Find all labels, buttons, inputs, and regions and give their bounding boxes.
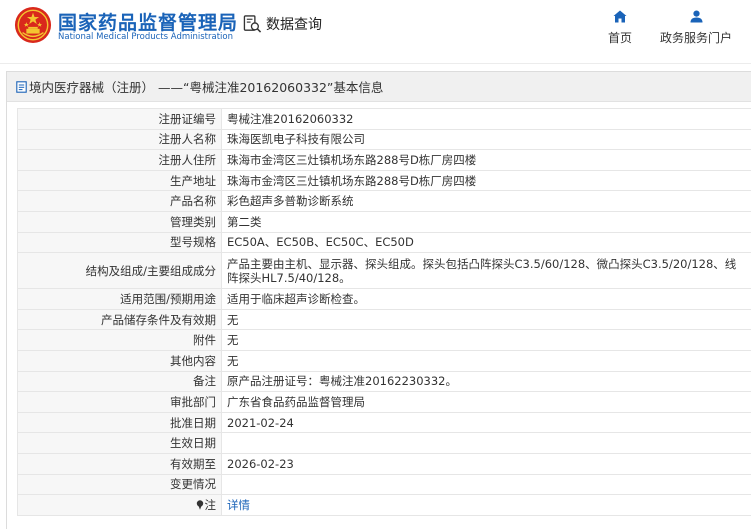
- field-label: 其他内容: [17, 349, 222, 372]
- nav-government-services-label[interactable]: 政务服务门户: [658, 29, 734, 46]
- detail-row: 审批部门 广东省食品药品监督管理局: [17, 391, 751, 413]
- field-value: 珠海市金湾区三灶镇机场东路288号D栋厂房四楼: [221, 169, 751, 192]
- detail-row: 其他内容无: [17, 349, 751, 372]
- field-label: 注册证编号: [17, 108, 222, 130]
- detail-row: 适用范围/预期用途 适用于临床超声诊断检查。: [17, 288, 751, 310]
- details-link[interactable]: 详情: [227, 498, 250, 512]
- note-row: 注详情: [17, 494, 751, 516]
- registration-detail-table: 注册证编号 粤械注准20162060332 注册人名称 珠海医凯电子科技有限公司 注册人…: [17, 108, 751, 516]
- detail-row: 注册人住所 珠海市金湾区三灶镇机场东路288号D栋厂房四楼: [17, 149, 751, 171]
- field-label: 备注: [17, 370, 222, 393]
- data-query-label: 数据查询: [266, 17, 322, 33]
- detail-row: 型号规格 EC50A、EC50B、EC50C、EC50D: [17, 231, 751, 254]
- site-header: 国家药品监督管理局 National Medical Products Admi…: [0, 0, 751, 54]
- breadcrumb: 境内医疗器械（注册） ——“粤械注准20162060332”基本信息: [29, 80, 384, 95]
- detail-row: 生产地址 珠海市金湾区三灶镇机场东路288号D栋厂房四楼: [17, 169, 751, 192]
- field-label: 适用范围/预期用途: [17, 288, 222, 310]
- field-value: 2021-02-24: [221, 411, 751, 434]
- field-value: 无: [221, 308, 751, 331]
- header-divider: [0, 63, 751, 64]
- field-label: 生效日期: [17, 432, 222, 454]
- national-emblem-logo[interactable]: [14, 6, 52, 44]
- field-value: 原产品注册证号：粤械注准20162230332。: [221, 370, 751, 393]
- field-label: 变更情况: [17, 473, 222, 496]
- note-label-cell: 注: [17, 494, 222, 516]
- field-value: EC50A、EC50B、EC50C、EC50D: [221, 231, 751, 254]
- field-label: 生产地址: [17, 169, 222, 192]
- field-value: 适用于临床超声诊断检查。: [221, 288, 751, 310]
- field-value: 彩色超声多普勒诊断系统: [221, 190, 751, 212]
- document-icon: [16, 80, 27, 93]
- nav-government-services[interactable]: 政务服务门户: [658, 10, 734, 46]
- field-label: 注册人住所: [17, 149, 222, 171]
- search-document-icon: [243, 15, 262, 33]
- detail-row: 变更情况: [17, 473, 751, 496]
- detail-row: 产品名称 彩色超声多普勒诊断系统: [17, 190, 751, 212]
- field-value: [221, 473, 751, 496]
- nav-home[interactable]: 首页: [606, 10, 634, 46]
- pin-icon: [196, 500, 203, 510]
- detail-row: 管理类别 第二类: [17, 210, 751, 233]
- field-value: 产品主要由主机、显示器、探头组成。探头包括凸阵探头C3.5/60/128、微凸探…: [221, 252, 751, 290]
- site-title-cn: 国家药品监督管理局: [58, 12, 239, 34]
- field-value: 广东省食品药品监督管理局: [221, 391, 751, 413]
- detail-row: 结构及组成/主要组成成分 产品主要由主机、显示器、探头组成。探头包括凸阵探头C3.…: [17, 252, 751, 290]
- field-value: 无: [221, 349, 751, 372]
- note-value-cell: 详情: [221, 494, 751, 516]
- field-value: 粤械注准20162060332: [221, 108, 751, 130]
- home-icon: [613, 10, 627, 23]
- field-label: 型号规格: [17, 231, 222, 254]
- field-label: 产品名称: [17, 190, 222, 212]
- detail-row: 备注 原产品注册证号：粤械注准20162230332。: [17, 370, 751, 393]
- detail-row: 生效日期: [17, 432, 751, 454]
- field-label: 注册人名称: [17, 128, 222, 151]
- field-label: 审批部门: [17, 391, 222, 413]
- field-value: [221, 432, 751, 454]
- field-value: 无: [221, 329, 751, 351]
- field-value: 第二类: [221, 210, 751, 233]
- data-query-heading: 数据查询: [243, 14, 322, 34]
- device-detail-panel: 境内医疗器械（注册） ——“粤械注准20162060332”基本信息 注册证编号…: [6, 71, 751, 529]
- detail-row: 注册人名称 珠海医凯电子科技有限公司: [17, 128, 751, 151]
- field-label: 产品储存条件及有效期: [17, 308, 222, 331]
- panel-header: 境内医疗器械（注册） ——“粤械注准20162060332”基本信息: [7, 72, 751, 102]
- field-label: 批准日期: [17, 411, 222, 434]
- site-title-en: National Medical Products Administration: [58, 32, 233, 42]
- field-label: 附件: [17, 329, 222, 351]
- detail-row: 注册证编号 粤械注准20162060332: [17, 108, 751, 130]
- detail-row: 附件无: [17, 329, 751, 351]
- field-label: 结构及组成/主要组成成分: [17, 252, 222, 290]
- user-icon: [690, 10, 702, 23]
- detail-row: 产品储存条件及有效期无: [17, 308, 751, 331]
- detail-row: 批准日期 2021-02-24: [17, 411, 751, 434]
- nav-home-label[interactable]: 首页: [606, 29, 634, 46]
- note-label: 注: [204, 497, 217, 512]
- field-label: 有效期至: [17, 452, 222, 475]
- field-value: 2026-02-23: [221, 452, 751, 475]
- detail-row: 有效期至 2026-02-23: [17, 452, 751, 475]
- field-value: 珠海医凯电子科技有限公司: [221, 128, 751, 151]
- field-label: 管理类别: [17, 210, 222, 233]
- field-value: 珠海市金湾区三灶镇机场东路288号D栋厂房四楼: [221, 149, 751, 171]
